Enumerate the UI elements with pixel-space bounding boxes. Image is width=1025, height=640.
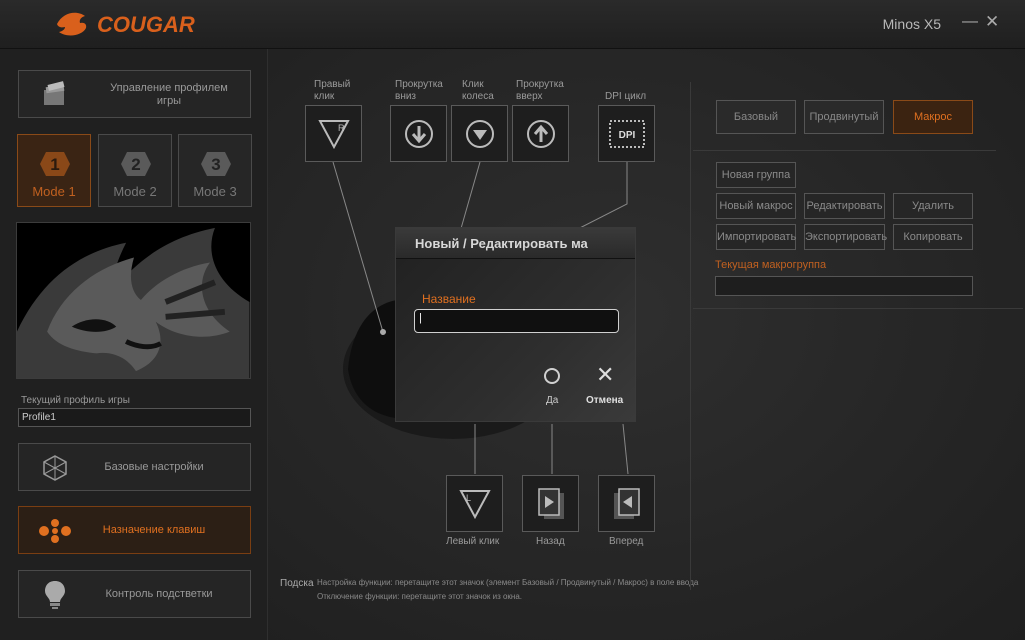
mode-2-button[interactable]: 2 Mode 2 [98, 134, 172, 207]
key-slot-left-click[interactable]: L [446, 475, 503, 532]
tab-macro[interactable]: Макрос [893, 100, 973, 134]
key-label-right-click: Правый клик [314, 79, 351, 102]
svg-text:DPI: DPI [619, 130, 636, 141]
key-label-dpi-cycle: DPI цикл [605, 91, 647, 102]
tabs-divider [693, 150, 996, 151]
key-label-forward: Вперед [609, 536, 644, 547]
svg-text:L: L [466, 493, 471, 503]
back-icon [538, 488, 564, 519]
copy-macro-button[interactable]: Копировать [893, 224, 973, 250]
cougar-head-image [16, 222, 251, 379]
minimize-button[interactable]: — [962, 13, 978, 31]
arrow-up-icon [527, 120, 555, 148]
macro-list-divider [693, 308, 1023, 309]
mode-1-label: Mode 1 [32, 184, 76, 199]
lighting-control-label: Контроль подстветки [105, 588, 213, 600]
key-label-scroll-down: Прокрутка вниз [395, 79, 443, 102]
buttons-icon [39, 519, 71, 543]
title-bar: COUGAR Minos X5 — ✕ [0, 0, 1025, 49]
cougar-logo: COUGAR [57, 12, 195, 37]
dialog-header: Новый / Редактировать ма [396, 228, 635, 259]
arrow-down-icon [405, 120, 433, 148]
new-macro-button[interactable]: Новый макрос [716, 193, 796, 219]
current-profile-field[interactable]: Profile1 [18, 408, 251, 427]
key-assignment-label: Назначение клавиш [102, 524, 206, 536]
hint-text-disable: Отключение функции: перетащите этот знач… [317, 592, 522, 601]
new-group-button[interactable]: Новая группа [716, 162, 796, 188]
tab-basic[interactable]: Базовый [716, 100, 796, 134]
cancel-x-icon[interactable]: ✕ [596, 364, 614, 386]
bulb-icon [45, 581, 65, 609]
basic-settings-label: Базовые настройки [104, 461, 204, 473]
key-label-left-click: Левый клик [446, 536, 500, 547]
key-slot-wheel-click[interactable] [451, 105, 508, 162]
profile-management-label: Управление профилем игры [110, 82, 228, 107]
dialog-title: Новый / Редактировать ма [415, 236, 588, 251]
device-model: Minos X5 [882, 16, 941, 32]
key-label-wheel-click: Клик колеса [462, 79, 494, 102]
export-macro-button[interactable]: Экспортировать [804, 224, 887, 250]
delete-macro-button[interactable]: Удалить [893, 193, 973, 219]
right-click-icon: R [318, 120, 350, 149]
key-slot-back[interactable] [522, 475, 579, 532]
svg-text:2: 2 [131, 155, 140, 174]
macro-edit-dialog: Новый / Редактировать ма Название | Да ✕… [395, 227, 636, 422]
key-slot-right-click[interactable]: R [305, 105, 362, 162]
key-slot-forward[interactable] [598, 475, 655, 532]
mode-3-hex-icon: 3 [201, 152, 231, 176]
svg-text:1: 1 [50, 155, 59, 174]
hint-label: Подска [280, 578, 314, 589]
mode-3-label: Mode 3 [193, 184, 237, 199]
left-click-icon: L [459, 490, 491, 519]
mode-1-hex-icon: 1 [40, 152, 70, 176]
macro-name-input[interactable]: | [414, 309, 619, 333]
current-macro-group-field[interactable] [715, 276, 973, 296]
panel-divider [690, 82, 691, 590]
cube-icon [43, 455, 67, 481]
current-profile-label: Текущий профиль игры [21, 395, 130, 406]
basic-settings-button[interactable]: Базовые настройки [18, 443, 251, 491]
confirm-button-label[interactable]: Да [546, 395, 558, 406]
mode-2-label: Mode 2 [113, 184, 157, 199]
import-macro-button[interactable]: Импортировать [716, 224, 796, 250]
current-macro-group-label: Текущая макрогруппа [715, 259, 827, 271]
profiles-icon [44, 81, 65, 105]
edit-macro-button[interactable]: Редактировать [804, 193, 885, 219]
macro-name-label: Название [422, 292, 476, 306]
wheel-click-icon [466, 120, 494, 148]
key-assignment-button[interactable]: Назначение клавиш [18, 506, 251, 554]
key-slot-scroll-down[interactable] [390, 105, 447, 162]
lighting-control-button[interactable]: Контроль подстветки [18, 570, 251, 618]
profile-management-button[interactable]: Управление профилем игры [18, 70, 251, 118]
svg-text:3: 3 [211, 155, 220, 174]
tab-advanced[interactable]: Продвинутый [804, 100, 884, 134]
confirm-circle-icon[interactable] [544, 368, 560, 384]
key-label-back: Назад [536, 536, 565, 547]
mode-1-button[interactable]: 1 Mode 1 [17, 134, 91, 207]
mode-2-hex-icon: 2 [121, 152, 151, 176]
key-label-scroll-up: Прокрутка вверх [516, 79, 564, 102]
key-slot-scroll-up[interactable] [512, 105, 569, 162]
cancel-button-label[interactable]: Отмена [586, 395, 623, 406]
dpi-icon: DPI [609, 120, 645, 148]
forward-icon [614, 488, 640, 519]
svg-text:R: R [338, 123, 345, 133]
close-button[interactable]: ✕ [985, 12, 1001, 32]
mode-3-button[interactable]: 3 Mode 3 [178, 134, 252, 207]
key-slot-dpi-cycle[interactable]: DPI [598, 105, 655, 162]
brand-text: COUGAR [97, 12, 195, 37]
hint-text-assign: Настройка функции: перетащите этот значо… [317, 578, 699, 587]
